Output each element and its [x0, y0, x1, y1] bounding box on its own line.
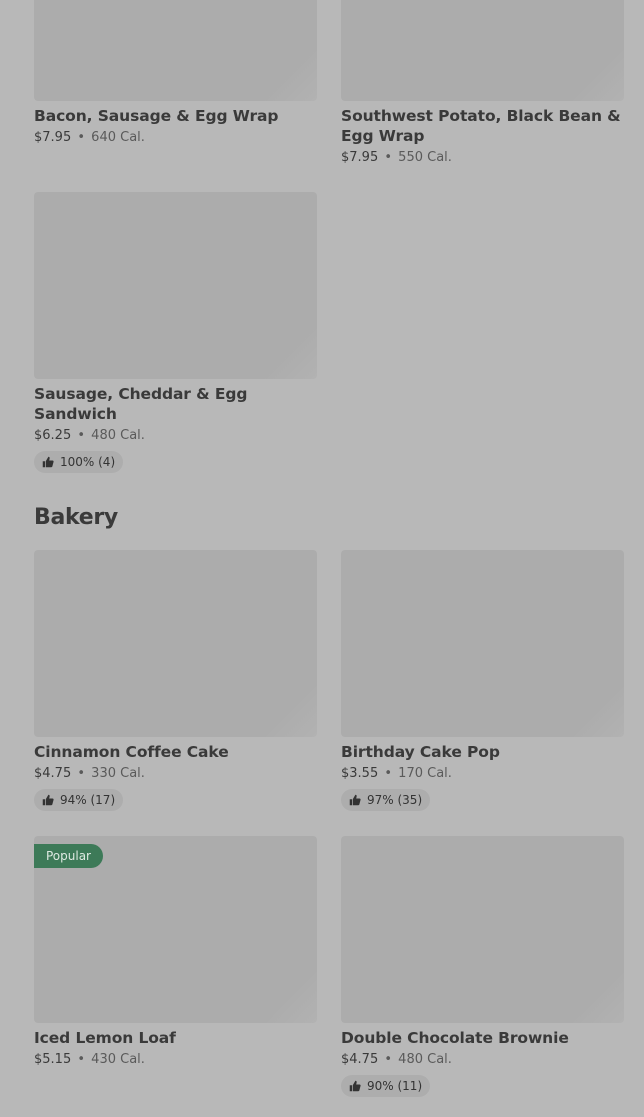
item-price: $7.95 [34, 130, 72, 145]
separator: • [77, 428, 86, 443]
item-price: $5.15 [34, 1052, 72, 1067]
item-image[interactable] [341, 550, 624, 737]
item-name: Double Chocolate Brownie [341, 1029, 569, 1047]
menu-item-card[interactable]: Sausage, Cheddar & Egg Sandwich $6.25 • … [34, 192, 317, 473]
rating-text: 97% (35) [367, 793, 423, 807]
item-price: $6.25 [34, 428, 72, 443]
item-name: Southwest Potato, Black Bean & Egg Wrap [341, 107, 621, 145]
item-meta: $7.95 • 550 Cal. [341, 148, 624, 168]
rating-text: 100% (4) [60, 455, 116, 469]
item-price: $7.95 [341, 150, 379, 165]
menu-item-card[interactable]: Birthday Cake Pop $3.55 • 170 Cal. 97% (… [341, 550, 624, 811]
rating-pill: 90% (11) [341, 1075, 431, 1097]
menu-item-card[interactable]: Bacon, Sausage & Egg Wrap $7.95 • 640 Ca… [34, 0, 317, 148]
separator: • [77, 130, 86, 145]
item-calories: 550 Cal. [398, 150, 452, 165]
item-price: $4.75 [34, 766, 72, 781]
item-image[interactable] [34, 550, 317, 737]
separator: • [384, 150, 393, 165]
item-name: Iced Lemon Loaf [34, 1029, 176, 1047]
popular-badge: Popular [34, 844, 103, 868]
menu-item-card[interactable]: Double Chocolate Brownie $4.75 • 480 Cal… [341, 836, 624, 1097]
menu-item-card[interactable]: Cinnamon Coffee Cake $4.75 • 330 Cal. 94… [34, 550, 317, 811]
item-image[interactable] [341, 0, 624, 101]
rating-text: 94% (17) [60, 793, 116, 807]
item-calories: 480 Cal. [398, 1052, 452, 1067]
item-image[interactable] [341, 836, 624, 1023]
item-meta: $6.25 • 480 Cal. [34, 426, 317, 446]
item-name: Sausage, Cheddar & Egg Sandwich [34, 385, 248, 423]
thumbs-up-icon [349, 1080, 361, 1092]
menu-item-card[interactable]: Southwest Potato, Black Bean & Egg Wrap … [341, 0, 624, 168]
thumbs-up-icon [349, 794, 361, 806]
rating-pill: 94% (17) [34, 789, 124, 811]
item-calories: 480 Cal. [91, 428, 145, 443]
thumbs-up-icon [42, 456, 54, 468]
item-price: $3.55 [341, 766, 379, 781]
item-calories: 430 Cal. [91, 1052, 145, 1067]
thumbs-up-icon [42, 794, 54, 806]
separator: • [77, 1052, 86, 1067]
item-calories: 170 Cal. [398, 766, 452, 781]
item-image[interactable]: Popular [34, 836, 317, 1023]
rating-pill: 100% (4) [34, 451, 124, 473]
menu-item-card[interactable]: Popular Iced Lemon Loaf $5.15 • 430 Cal. [34, 836, 317, 1070]
item-meta: $3.55 • 170 Cal. [341, 764, 624, 784]
separator: • [77, 766, 86, 781]
item-price: $4.75 [341, 1052, 379, 1067]
item-name: Birthday Cake Pop [341, 743, 500, 761]
item-meta: $5.15 • 430 Cal. [34, 1050, 317, 1070]
item-calories: 640 Cal. [91, 130, 145, 145]
rating-text: 90% (11) [367, 1079, 423, 1093]
rating-pill: 97% (35) [341, 789, 431, 811]
item-name: Bacon, Sausage & Egg Wrap [34, 107, 279, 125]
separator: • [384, 1052, 393, 1067]
item-name: Cinnamon Coffee Cake [34, 743, 229, 761]
item-image[interactable] [34, 192, 317, 379]
item-meta: $4.75 • 330 Cal. [34, 764, 317, 784]
item-calories: 330 Cal. [91, 766, 145, 781]
item-meta: $4.75 • 480 Cal. [341, 1050, 624, 1070]
separator: • [384, 766, 393, 781]
item-image[interactable] [34, 0, 317, 101]
item-meta: $7.95 • 640 Cal. [34, 128, 317, 148]
section-title-bakery: Bakery [34, 505, 118, 530]
